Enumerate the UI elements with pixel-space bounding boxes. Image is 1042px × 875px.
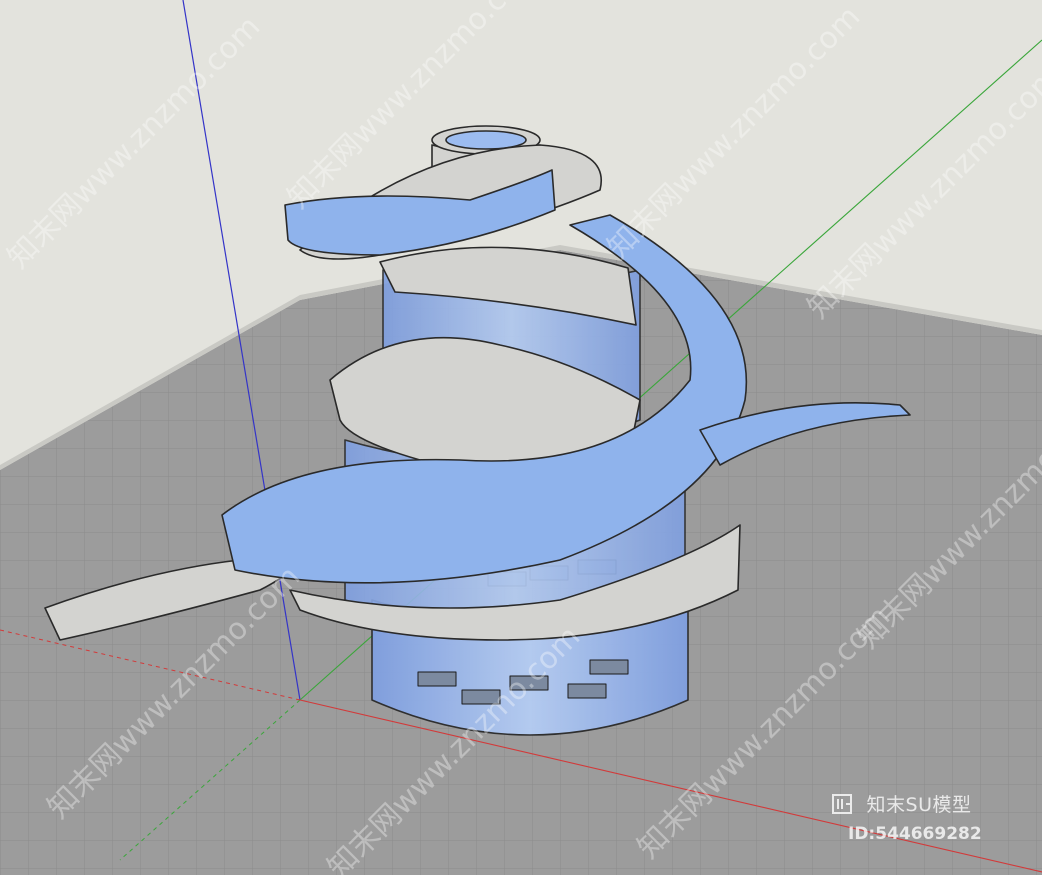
3d-scene[interactable]: 知末网www.znzmo.com 知末网www.znzmo.com知末网www.z… [0, 0, 1042, 875]
brand-logo-icon [832, 794, 852, 814]
watermark-brand: 知末SU模型 [832, 790, 972, 817]
watermark-id: ID:544669282 [848, 824, 982, 844]
sketchup-viewport[interactable]: 知末网www.znzmo.com 知末网www.znzmo.com 知末网www.z… [0, 0, 1042, 875]
watermark-brand-text: 知末SU模型 [866, 794, 972, 816]
